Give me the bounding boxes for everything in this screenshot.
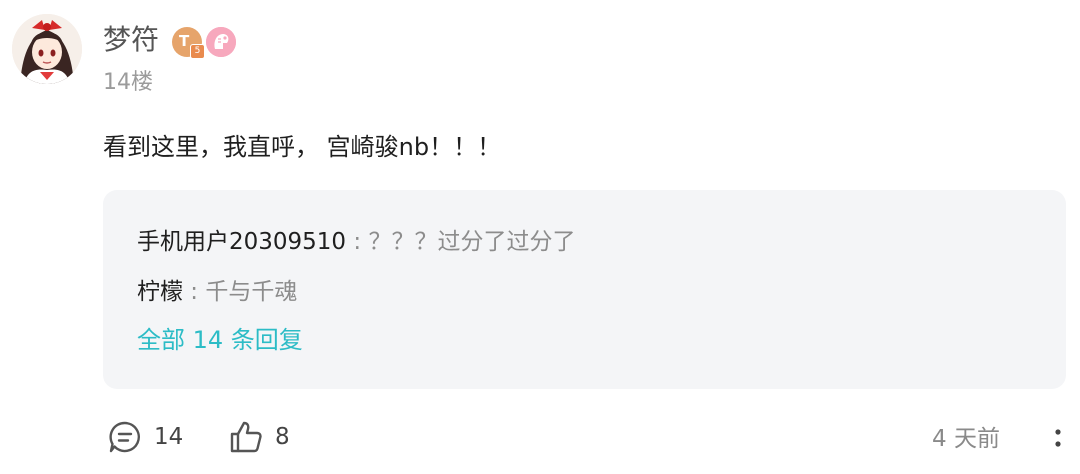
- view-all-replies-link[interactable]: 全部 14 条回复: [137, 324, 303, 356]
- like-button[interactable]: 8: [229, 417, 290, 457]
- reply-text: 千与千魂: [205, 279, 298, 305]
- like-count: 8: [275, 424, 290, 450]
- level-badge-letter: T: [179, 32, 190, 50]
- fan-badge-icon: [206, 27, 236, 57]
- reply-text: ？？？过分了过分了: [368, 229, 576, 255]
- floor-number: 14楼: [103, 70, 153, 95]
- reply-author[interactable]: 手机用户20309510: [137, 229, 346, 255]
- username[interactable]: 梦符: [103, 22, 159, 58]
- like-icon: [230, 421, 262, 453]
- more-menu-icon: [1055, 429, 1061, 447]
- reply-item[interactable]: 柠檬 : 千与千魂: [137, 276, 297, 308]
- avatar[interactable]: [12, 14, 82, 84]
- level-badge-number: 5: [190, 44, 205, 59]
- more-menu-button[interactable]: [1050, 421, 1066, 455]
- level-badge-icon: T 5: [172, 27, 205, 59]
- timestamp: 4 天前: [932, 426, 1000, 452]
- reply-separator: :: [183, 279, 206, 305]
- reply-separator: :: [346, 229, 369, 255]
- fan-badge-glyph: [206, 27, 236, 57]
- post-content: 看到这里，我直呼， 宫崎骏nb！！！: [103, 133, 502, 161]
- reply-item[interactable]: 手机用户20309510 : ？？？过分了过分了: [137, 226, 575, 258]
- reply-preview-panel[interactable]: 手机用户20309510 : ？？？过分了过分了 柠檬 : 千与千魂 全部 14…: [103, 190, 1066, 389]
- comment-button[interactable]: 14: [108, 417, 183, 457]
- comment-count: 14: [154, 424, 184, 450]
- comment-icon: [109, 421, 140, 453]
- avatar-image: [12, 14, 82, 84]
- reply-author[interactable]: 柠檬: [137, 279, 183, 305]
